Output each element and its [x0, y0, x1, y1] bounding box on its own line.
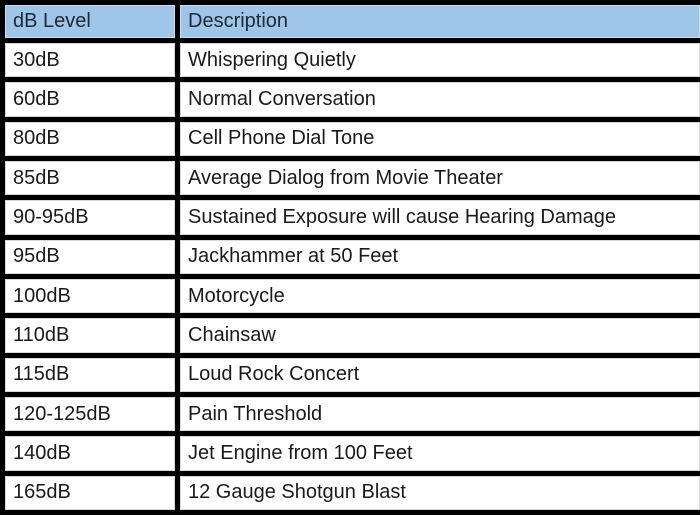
- table-row: 85dB Average Dialog from Movie Theater: [0, 155, 700, 201]
- table-row: 95dB Jackhammer at 50 Feet: [0, 234, 700, 279]
- description-cell: 12 Gauge Shotgun Blast: [175, 470, 700, 515]
- description-cell: Jet Engine from 100 Feet: [175, 431, 700, 476]
- description-cell: Cell Phone Dial Tone: [175, 116, 700, 162]
- table-row: 30dB Whispering Quietly: [0, 37, 700, 83]
- db-level-cell: 120-125dB: [0, 391, 180, 437]
- db-level-cell: 85dB: [0, 155, 180, 201]
- db-level-cell: 140dB: [0, 431, 180, 476]
- description-cell: Chainsaw: [175, 313, 700, 358]
- decibel-levels-table: dB Level Description 30dB Whispering Qui…: [0, 0, 700, 515]
- description-cell: Normal Conversation: [175, 77, 700, 122]
- table-row: 60dB Normal Conversation: [0, 77, 700, 122]
- table-row: 140dB Jet Engine from 100 Feet: [0, 431, 700, 476]
- description-cell: Pain Threshold: [175, 391, 700, 437]
- table-header: dB Level Description: [0, 0, 700, 43]
- db-level-cell: 60dB: [0, 77, 180, 122]
- db-level-cell: 30dB: [0, 37, 180, 83]
- db-level-cell: 165dB: [0, 470, 180, 515]
- description-cell: Sustained Exposure will cause Hearing Da…: [175, 195, 700, 240]
- db-level-cell: 90-95dB: [0, 195, 180, 240]
- column-header-description: Description: [175, 0, 700, 43]
- description-cell: Average Dialog from Movie Theater: [175, 155, 700, 201]
- db-level-cell: 95dB: [0, 234, 180, 279]
- description-cell: Loud Rock Concert: [175, 352, 700, 397]
- table-row: 115dB Loud Rock Concert: [0, 352, 700, 397]
- table-row: 165dB 12 Gauge Shotgun Blast: [0, 470, 700, 515]
- db-level-cell: 110dB: [0, 313, 180, 358]
- description-cell: Jackhammer at 50 Feet: [175, 234, 700, 279]
- column-header-db-level: dB Level: [0, 0, 180, 43]
- db-level-cell: 115dB: [0, 352, 180, 397]
- header-row: dB Level Description: [0, 0, 700, 43]
- table-row: 110dB Chainsaw: [0, 313, 700, 358]
- db-level-cell: 100dB: [0, 273, 180, 319]
- db-level-cell: 80dB: [0, 116, 180, 162]
- table-body: 30dB Whispering Quietly 60dB Normal Conv…: [0, 37, 700, 515]
- table-row: 90-95dB Sustained Exposure will cause He…: [0, 195, 700, 240]
- table-row: 100dB Motorcycle: [0, 273, 700, 319]
- table-row: 120-125dB Pain Threshold: [0, 391, 700, 437]
- table-row: 80dB Cell Phone Dial Tone: [0, 116, 700, 162]
- description-cell: Whispering Quietly: [175, 37, 700, 83]
- description-cell: Motorcycle: [175, 273, 700, 319]
